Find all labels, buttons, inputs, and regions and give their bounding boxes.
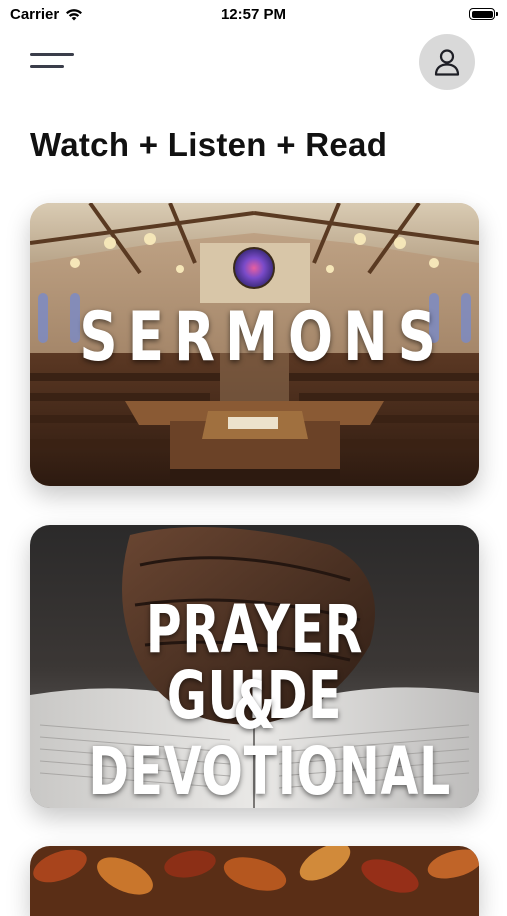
battery-icon	[469, 8, 498, 20]
autumn-leaves-card[interactable]	[30, 846, 479, 916]
page-title: Watch + Listen + Read	[30, 126, 388, 163]
prayer-guide-card[interactable]: PRAYER GUIDE & DEVOTIONAL	[30, 525, 479, 808]
sermons-label: SERMONS	[79, 298, 447, 377]
profile-button[interactable]	[419, 34, 475, 90]
sermons-card[interactable]: SERMONS	[30, 203, 479, 486]
prayer-guide-label-line2: & DEVOTIONAL	[88, 667, 451, 808]
status-time: 12:57 PM	[220, 6, 287, 23]
status-bar: Carrier 12:57 PM	[0, 0, 507, 30]
user-icon	[434, 49, 460, 76]
hamburger-menu-icon-line	[30, 53, 74, 56]
autumn-leaves-image	[30, 846, 479, 916]
sermons-label-wrap: SERMONS	[30, 203, 479, 486]
hamburger-menu-icon-line	[30, 65, 64, 68]
menu-button[interactable]	[30, 48, 76, 76]
